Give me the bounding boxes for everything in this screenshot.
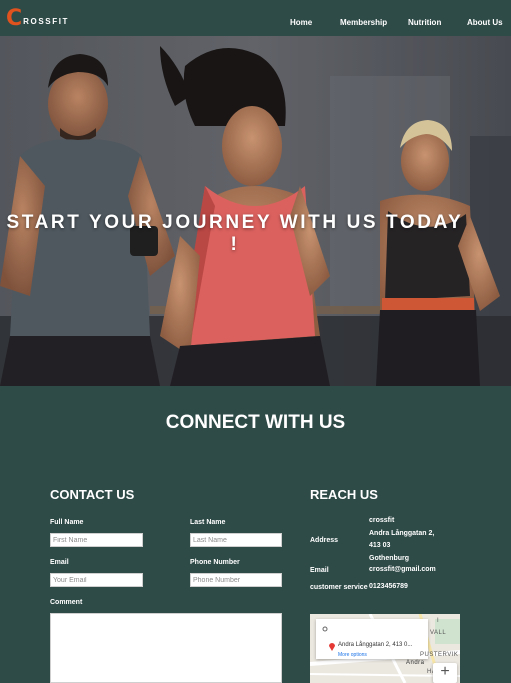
map-address: Andra Långgatan 2, 413 0... — [338, 642, 413, 648]
reach-email-value: crossfit@gmail.com — [369, 566, 436, 573]
address-label: Address — [310, 537, 339, 544]
full-name-label: Full Name — [50, 519, 84, 526]
email-input[interactable] — [50, 573, 143, 587]
comment-label: Comment — [50, 599, 83, 606]
connect-title: CONNECT WITH US — [165, 412, 346, 433]
nav-link-about-us[interactable]: About Us — [467, 18, 503, 27]
map-label-vall: VALL — [430, 630, 447, 636]
hero-title: START YOUR JOURNEY WITH US TODAY ! — [6, 212, 464, 255]
comment-textarea[interactable] — [50, 613, 282, 683]
nav-link-nutrition[interactable]: Nutrition — [408, 18, 441, 27]
reach-title: REACH US — [310, 487, 378, 502]
nav-link-home[interactable]: Home — [290, 18, 312, 27]
last-name-label: Last Name — [190, 519, 226, 526]
service-label: customer service — [310, 584, 368, 591]
last-name-input[interactable] — [190, 533, 282, 547]
map-marker-icon — [329, 643, 335, 651]
map-label-pustervik: PUSTERVIK — [420, 652, 459, 658]
contact-title: CONTACT US — [50, 487, 135, 502]
map-info-card: Andra Långgatan 2, 413 0... More options — [316, 619, 428, 659]
reach-email-label: Email — [310, 567, 329, 574]
address-line-2: Andra Långgatan 2, — [369, 530, 435, 537]
map-more-options-link[interactable]: More options — [338, 652, 367, 658]
map-pin-outline-icon — [322, 626, 328, 632]
hero-photo — [0, 36, 511, 386]
address-line-1: crossfit — [369, 517, 395, 524]
email-label: Email — [50, 559, 69, 566]
map-label-andra: Andra — [406, 660, 425, 666]
first-name-input[interactable] — [50, 533, 143, 547]
phone-label: Phone Number — [190, 559, 240, 566]
phone-input[interactable] — [190, 573, 282, 587]
top-navigation: C ROSSFIT Home Membership Nutrition Abou… — [0, 0, 511, 36]
hero-banner: START YOUR JOURNEY WITH US TODAY ! — [0, 36, 511, 386]
logo[interactable]: C ROSSFIT — [6, 6, 70, 31]
logo-text: ROSSFIT — [23, 17, 70, 26]
address-line-3: 413 03 — [369, 542, 391, 549]
map-label-i: I — [437, 618, 440, 624]
map-zoom-in-button[interactable]: + — [433, 663, 457, 683]
service-value: 0123456789 — [369, 583, 408, 590]
nav-link-membership[interactable]: Membership — [340, 18, 387, 27]
logo-letter: C — [6, 6, 23, 31]
